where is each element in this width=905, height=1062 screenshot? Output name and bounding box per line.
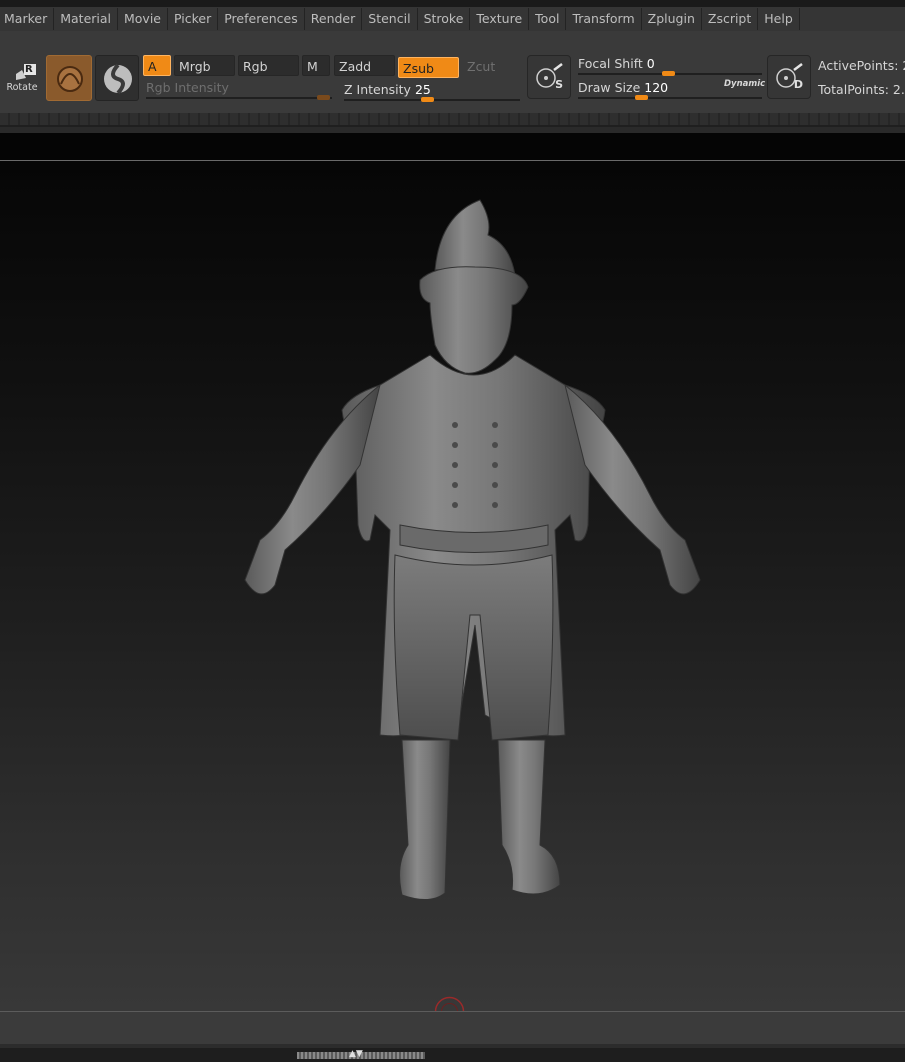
rotate-icon — [16, 64, 36, 80]
menu-zplugin[interactable]: Zplugin — [642, 8, 702, 30]
rgb-intensity-label: Rgb Intensity — [146, 80, 229, 95]
sculptris-pro-button[interactable]: S — [527, 55, 571, 99]
sculpted-character-model[interactable] — [230, 195, 710, 905]
focal-shift-label: Focal Shift — [578, 56, 643, 71]
dynamic-toggle[interactable]: Dynamic — [724, 79, 765, 89]
rgb-intensity-track[interactable] — [146, 97, 332, 99]
menu-stencil[interactable]: Stencil — [362, 8, 418, 30]
focal-shift-knob[interactable] — [662, 71, 675, 76]
matcap-sphere-icon — [104, 63, 132, 95]
draw-size-knob[interactable] — [635, 95, 648, 100]
dynamesh-icon — [776, 63, 803, 88]
dynamesh-button[interactable]: D — [767, 55, 811, 99]
focal-shift-value: 0 — [646, 56, 655, 71]
s-letter: S — [555, 78, 563, 91]
tray-toggle-icon[interactable]: ▲▼ — [349, 1050, 363, 1059]
rgb-intensity-knob[interactable] — [317, 95, 330, 100]
canvas-header — [0, 133, 905, 160]
active-points-readout: ActivePoints: 2.4 — [818, 58, 905, 73]
menu-render[interactable]: Render — [305, 8, 363, 30]
draw-size-track[interactable] — [578, 97, 762, 99]
total-points-readout: TotalPoints: 2.42 — [818, 82, 905, 97]
material-button[interactable] — [95, 55, 139, 101]
rotate-label: Rotate — [6, 82, 38, 93]
rotate-button[interactable]: R Rotate — [4, 62, 40, 96]
rgb-button[interactable]: Rgb — [238, 55, 299, 76]
d-letter: D — [793, 78, 803, 91]
m-button[interactable]: M — [302, 55, 330, 76]
mrgb-button[interactable]: Mrgb — [174, 55, 235, 76]
standard-brush-icon — [57, 66, 83, 92]
menu-movie[interactable]: Movie — [118, 8, 168, 30]
menu-preferences[interactable]: Preferences — [218, 8, 305, 30]
z-intensity-label: Z Intensity — [344, 82, 411, 97]
rotate-key-label: R — [25, 64, 33, 75]
title-strip — [0, 0, 905, 7]
draw-size-value: 120 — [644, 80, 669, 95]
z-intensity-knob[interactable] — [421, 97, 434, 102]
viewport-floor — [0, 1012, 905, 1044]
focal-shift-slider[interactable]: Focal Shift 0 — [578, 56, 655, 71]
zcut-button[interactable]: Zcut — [462, 55, 518, 76]
a-button[interactable]: A — [143, 55, 171, 76]
menu-picker[interactable]: Picker — [168, 8, 219, 30]
menu-material[interactable]: Material — [54, 8, 118, 30]
menu-tool[interactable]: Tool — [529, 8, 567, 30]
z-intensity-slider[interactable]: Z Intensity 25 — [344, 82, 431, 97]
menu-stroke[interactable]: Stroke — [418, 8, 471, 30]
toolbar-divider — [0, 113, 905, 127]
menu-texture[interactable]: Texture — [470, 8, 530, 30]
bottom-tray — [0, 1044, 905, 1062]
menu-zscript[interactable]: Zscript — [702, 8, 759, 30]
menubar: Marker Material Movie Picker Preferences… — [0, 7, 905, 31]
zsub-button[interactable]: Zsub — [398, 57, 459, 78]
draw-size-slider[interactable]: Draw Size 120 — [578, 80, 668, 95]
brush-button[interactable] — [46, 55, 92, 101]
draw-size-label: Draw Size — [578, 80, 641, 95]
z-intensity-value: 25 — [414, 82, 431, 97]
sculptris-icon — [536, 63, 563, 88]
zadd-button[interactable]: Zadd — [334, 55, 395, 76]
menu-marker[interactable]: Marker — [0, 8, 55, 30]
menu-help[interactable]: Help — [758, 8, 800, 30]
menu-transform[interactable]: Transform — [566, 8, 642, 30]
